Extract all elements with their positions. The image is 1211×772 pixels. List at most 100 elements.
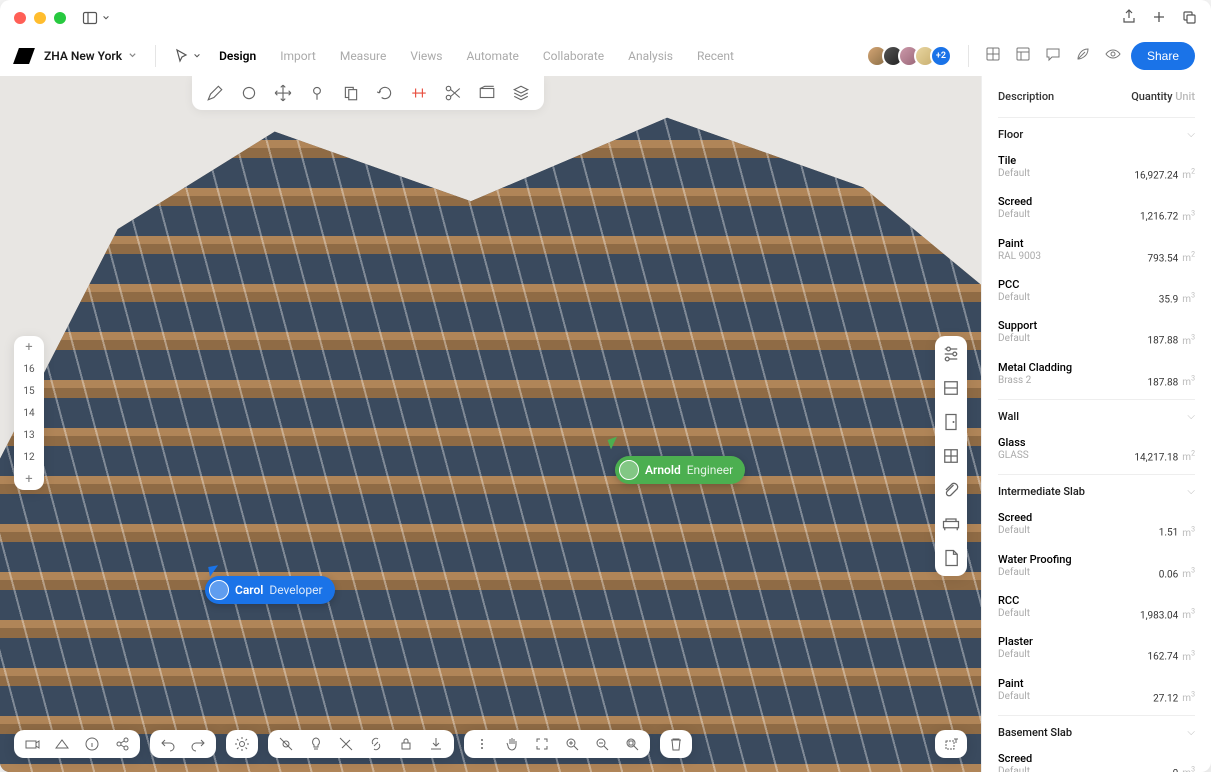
sliders-icon[interactable] xyxy=(941,344,961,364)
floor-level[interactable]: 13 xyxy=(14,424,44,446)
section-header[interactable]: Wall⌵ xyxy=(998,410,1195,429)
brush-off-icon[interactable] xyxy=(338,736,354,752)
leaf-icon[interactable] xyxy=(1075,46,1091,65)
tab-collaborate[interactable]: Collaborate xyxy=(543,49,604,63)
window-icon[interactable] xyxy=(941,446,961,466)
item-unit: m3 xyxy=(1182,212,1195,223)
fit-icon[interactable] xyxy=(534,736,550,752)
section-header[interactable]: Floor⌵ xyxy=(998,128,1195,147)
section-icon[interactable] xyxy=(941,378,961,398)
camera-icon[interactable] xyxy=(24,736,40,752)
divider xyxy=(155,45,156,67)
tab-design[interactable]: Design xyxy=(219,49,256,63)
info-icon[interactable] xyxy=(84,736,100,752)
lightbulb-icon[interactable] xyxy=(308,736,324,752)
door-icon[interactable] xyxy=(941,412,961,432)
more-icon[interactable] xyxy=(474,736,490,752)
avatar-overflow[interactable]: +2 xyxy=(930,45,952,67)
undo-icon[interactable] xyxy=(160,736,176,752)
export-icon[interactable] xyxy=(114,736,130,752)
item-unit: m2 xyxy=(1182,253,1195,264)
plus-icon[interactable] xyxy=(1151,9,1167,28)
perspective-icon[interactable] xyxy=(54,736,70,752)
link-icon[interactable] xyxy=(368,736,384,752)
item-quantity: 793.54 xyxy=(1148,253,1179,264)
zoom-in-icon[interactable] xyxy=(564,736,580,752)
copy-icon[interactable] xyxy=(1181,9,1197,28)
zoom-out-icon[interactable] xyxy=(594,736,610,752)
floor-down-button[interactable]: + xyxy=(14,468,44,490)
avatar xyxy=(209,580,229,600)
document-icon[interactable] xyxy=(941,548,961,568)
property-item[interactable]: Water ProofingDefault0.06m3 xyxy=(998,546,1195,587)
sidebar-toggle-icon[interactable] xyxy=(82,10,110,26)
dimension-icon[interactable] xyxy=(943,736,959,752)
cursor-tool-dropdown[interactable] xyxy=(174,48,201,64)
property-item[interactable]: PaintDefault27.12m3 xyxy=(998,670,1195,711)
tab-measure[interactable]: Measure xyxy=(340,49,387,63)
tab-views[interactable]: Views xyxy=(410,49,442,63)
property-item[interactable]: GlassGLASS14,217.18m2 xyxy=(998,429,1195,470)
dimension-bar xyxy=(935,730,967,758)
floor-level[interactable]: 14 xyxy=(14,402,44,424)
tab-analysis[interactable]: Analysis xyxy=(628,49,673,63)
align-icon[interactable] xyxy=(410,84,428,102)
property-item[interactable]: SupportDefault187.88m3 xyxy=(998,312,1195,353)
scissors-icon[interactable] xyxy=(444,84,462,102)
item-quantity: 27.12 xyxy=(1153,693,1178,704)
property-item[interactable]: PaintRAL 9003793.54m2 xyxy=(998,230,1195,271)
share-icon[interactable] xyxy=(1121,9,1137,28)
pan-icon[interactable] xyxy=(504,736,520,752)
download-icon[interactable] xyxy=(428,736,444,752)
furniture-icon[interactable] xyxy=(941,514,961,534)
lock-icon[interactable] xyxy=(398,736,414,752)
section-header[interactable]: Intermediate Slab⌵ xyxy=(998,485,1195,504)
comment-icon[interactable] xyxy=(1045,46,1061,65)
property-item[interactable]: Metal CladdingBrass 2187.88m3 xyxy=(998,354,1195,395)
eye-icon[interactable] xyxy=(1105,46,1121,65)
property-item[interactable]: ScreedDefault1,216.72m3 xyxy=(998,188,1195,229)
chevron-down-icon: ⌵ xyxy=(1187,486,1195,497)
tab-import[interactable]: Import xyxy=(280,49,316,63)
plane-icon[interactable] xyxy=(478,84,496,102)
tab-automate[interactable]: Automate xyxy=(466,49,518,63)
move-icon[interactable] xyxy=(274,84,292,102)
rotate-icon[interactable] xyxy=(376,84,394,102)
zoom-region-icon[interactable] xyxy=(624,736,640,752)
property-item[interactable]: TileDefault16,927.24m2 xyxy=(998,147,1195,188)
grid-icon[interactable] xyxy=(985,46,1001,65)
attachment-icon[interactable] xyxy=(941,480,961,500)
property-item[interactable]: RCCDefault1,983.04m3 xyxy=(998,587,1195,628)
property-item[interactable]: PCCDefault35.9m3 xyxy=(998,271,1195,312)
copy-tool-icon[interactable] xyxy=(342,84,360,102)
floor-level[interactable]: 16 xyxy=(14,358,44,380)
window-maximize-button[interactable] xyxy=(54,12,66,24)
viewport-canvas[interactable]: + 16 15 14 13 12 + xyxy=(0,76,981,772)
section-header[interactable]: Basement Slab⌵ xyxy=(998,726,1195,745)
layers-icon[interactable] xyxy=(512,84,530,102)
floor-up-button[interactable]: + xyxy=(14,336,44,358)
project-name-dropdown[interactable]: ZHA New York xyxy=(44,49,137,63)
floor-level[interactable]: 12 xyxy=(14,446,44,468)
section-title-text: Floor xyxy=(998,128,1023,141)
share-button[interactable]: Share xyxy=(1131,42,1195,70)
floor-level[interactable]: 15 xyxy=(14,380,44,402)
tab-recent[interactable]: Recent xyxy=(697,49,734,63)
pushpin-icon[interactable] xyxy=(308,84,326,102)
property-item[interactable]: ScreedDefault0m3 xyxy=(998,745,1195,772)
circle-icon[interactable] xyxy=(240,84,258,102)
item-quantity: 1,216.72 xyxy=(1140,212,1178,223)
history-bar xyxy=(150,730,216,758)
property-item[interactable]: ScreedDefault1.51m3 xyxy=(998,504,1195,545)
property-item[interactable]: PlasterDefault162.74m3 xyxy=(998,628,1195,669)
table-icon[interactable] xyxy=(1015,46,1031,65)
collaborator-avatars[interactable]: +2 xyxy=(872,45,952,67)
chevron-down-icon: ⌵ xyxy=(1187,727,1195,738)
sun-off-icon[interactable] xyxy=(278,736,294,752)
trash-icon[interactable] xyxy=(668,736,684,752)
window-minimize-button[interactable] xyxy=(34,12,46,24)
pencil-icon[interactable] xyxy=(206,84,224,102)
window-close-button[interactable] xyxy=(14,12,26,24)
redo-icon[interactable] xyxy=(190,736,206,752)
gear-icon[interactable] xyxy=(234,736,250,752)
